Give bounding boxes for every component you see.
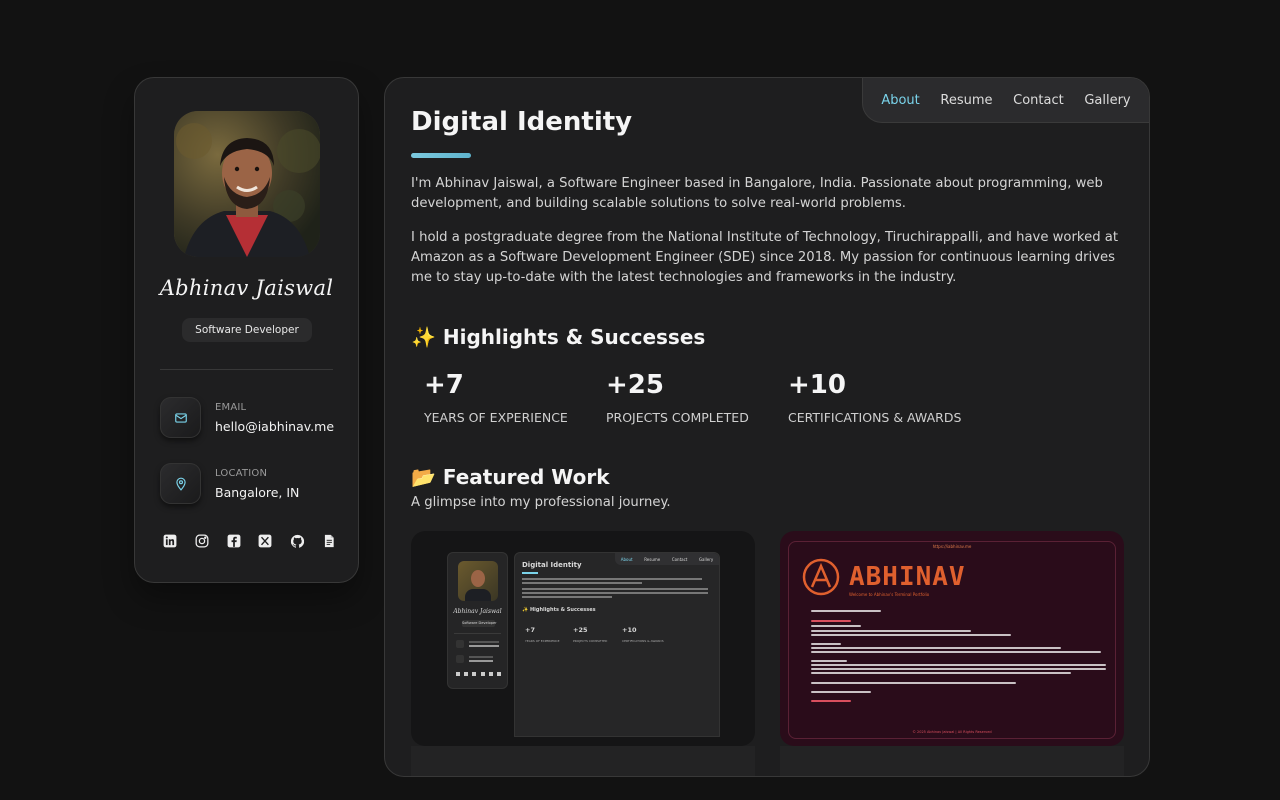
mini-stat-label-3: CERTIFICATIONS & AWARDS <box>622 639 664 643</box>
linkedin-icon[interactable] <box>162 533 178 549</box>
github-icon[interactable] <box>289 533 305 549</box>
sidebar-divider <box>160 369 333 370</box>
location-label: LOCATION <box>215 468 268 479</box>
logo-a-icon <box>801 557 841 597</box>
mini-name: Abhinav Jaiswal <box>453 608 502 615</box>
location-value: Bangalore, IN <box>215 485 300 500</box>
mini-stat-1: +7 <box>525 626 535 634</box>
project-thumbnail: https://iabhinav.me ABHINAV Welcome to A… <box>780 531 1124 746</box>
terminal-footer: © 2025 Abhinav Jaiswal | All Rights Rese… <box>912 730 992 734</box>
card-footer <box>411 746 755 776</box>
mini-title: Digital Identity <box>522 561 582 569</box>
mini-stat-label-1: YEARS OF EXPERIENCE <box>525 639 560 643</box>
stat-label: CERTIFICATIONS & AWARDS <box>788 410 962 425</box>
terminal-brand: ABHINAV <box>849 562 966 592</box>
stat-experience: +7 YEARS OF EXPERIENCE <box>424 370 568 425</box>
nav-gallery[interactable]: Gallery <box>1084 93 1130 108</box>
nav-contact[interactable]: Contact <box>1013 93 1064 108</box>
instagram-icon[interactable] <box>194 533 210 549</box>
mini-nav-gallery: Gallery <box>698 556 714 562</box>
title-underline <box>411 153 471 158</box>
terminal-tagline: Welcome to Abhinav's Terminal Portfolio <box>849 592 930 597</box>
profile-name: Abhinav Jaiswal <box>159 276 334 300</box>
contact-email: EMAIL hello@iabhinav.me <box>160 397 340 441</box>
mini-sidebar: Abhinav Jaiswal Software Developer <box>447 552 508 689</box>
document-icon[interactable] <box>321 533 337 549</box>
email-link[interactable]: hello@iabhinav.me <box>215 419 334 434</box>
main-panel: About Resume Contact Gallery Digital Ide… <box>384 77 1150 777</box>
about-paragraph-2: I hold a postgraduate degree from the Na… <box>411 230 1119 285</box>
mini-stat-2: +25 <box>573 626 588 634</box>
facebook-icon[interactable] <box>226 533 242 549</box>
mini-nav-contact: Contact <box>671 556 688 562</box>
nav-about[interactable]: About <box>881 93 919 108</box>
highlights-heading: ✨ Highlights & Successes <box>411 325 706 349</box>
mini-highlights: ✨ Highlights & Successes <box>522 607 596 613</box>
mini-nav-about: About <box>620 556 633 562</box>
stat-value: +7 <box>424 370 464 400</box>
project-thumbnail: Abhinav Jaiswal Software Developer About… <box>411 531 755 746</box>
featured-subtitle: A glimpse into my professional journey. <box>411 495 671 510</box>
social-links <box>162 532 337 550</box>
page-title: Digital Identity <box>411 107 633 137</box>
stat-label: PROJECTS COMPLETED <box>606 410 749 425</box>
mini-nav: About Resume Contact Gallery <box>615 553 719 565</box>
stat-certifications: +10 CERTIFICATIONS & AWARDS <box>788 370 961 425</box>
project-card-portfolio[interactable]: Abhinav Jaiswal Software Developer About… <box>411 531 755 776</box>
mini-nav-resume: Resume <box>644 556 661 562</box>
mini-stat-label-2: PROJECTS COMPLETED <box>573 639 608 643</box>
stat-value: +25 <box>606 370 664 400</box>
stat-projects: +25 PROJECTS COMPLETED <box>606 370 749 425</box>
role-badge: Software Developer <box>182 318 312 342</box>
mail-icon <box>160 397 201 438</box>
location-pin-icon <box>160 463 201 504</box>
x-icon[interactable] <box>257 533 273 549</box>
terminal-frame: https://iabhinav.me ABHINAV Welcome to A… <box>788 541 1116 739</box>
stat-label: YEARS OF EXPERIENCE <box>424 410 568 425</box>
profile-sidebar: Abhinav Jaiswal Software Developer EMAIL… <box>134 77 359 583</box>
email-label: EMAIL <box>215 402 247 413</box>
card-footer <box>780 746 1124 776</box>
mini-main-panel: About Resume Contact Gallery Digital Ide… <box>514 552 720 737</box>
featured-heading: 📂 Featured Work <box>411 465 610 489</box>
mini-stat-3: +10 <box>622 626 637 634</box>
stat-value: +10 <box>788 370 846 400</box>
about-paragraph-1: I'm Abhinav Jaiswal, a Software Engineer… <box>411 176 1103 211</box>
mini-avatar <box>458 561 498 601</box>
project-card-terminal[interactable]: https://iabhinav.me ABHINAV Welcome to A… <box>780 531 1124 776</box>
nav-resume[interactable]: Resume <box>940 93 992 108</box>
mini-role: Software Developer <box>462 620 497 627</box>
top-navbar: About Resume Contact Gallery <box>862 78 1149 123</box>
avatar <box>174 111 320 257</box>
terminal-url: https://iabhinav.me <box>932 544 972 549</box>
contact-location: LOCATION Bangalore, IN <box>160 463 340 507</box>
